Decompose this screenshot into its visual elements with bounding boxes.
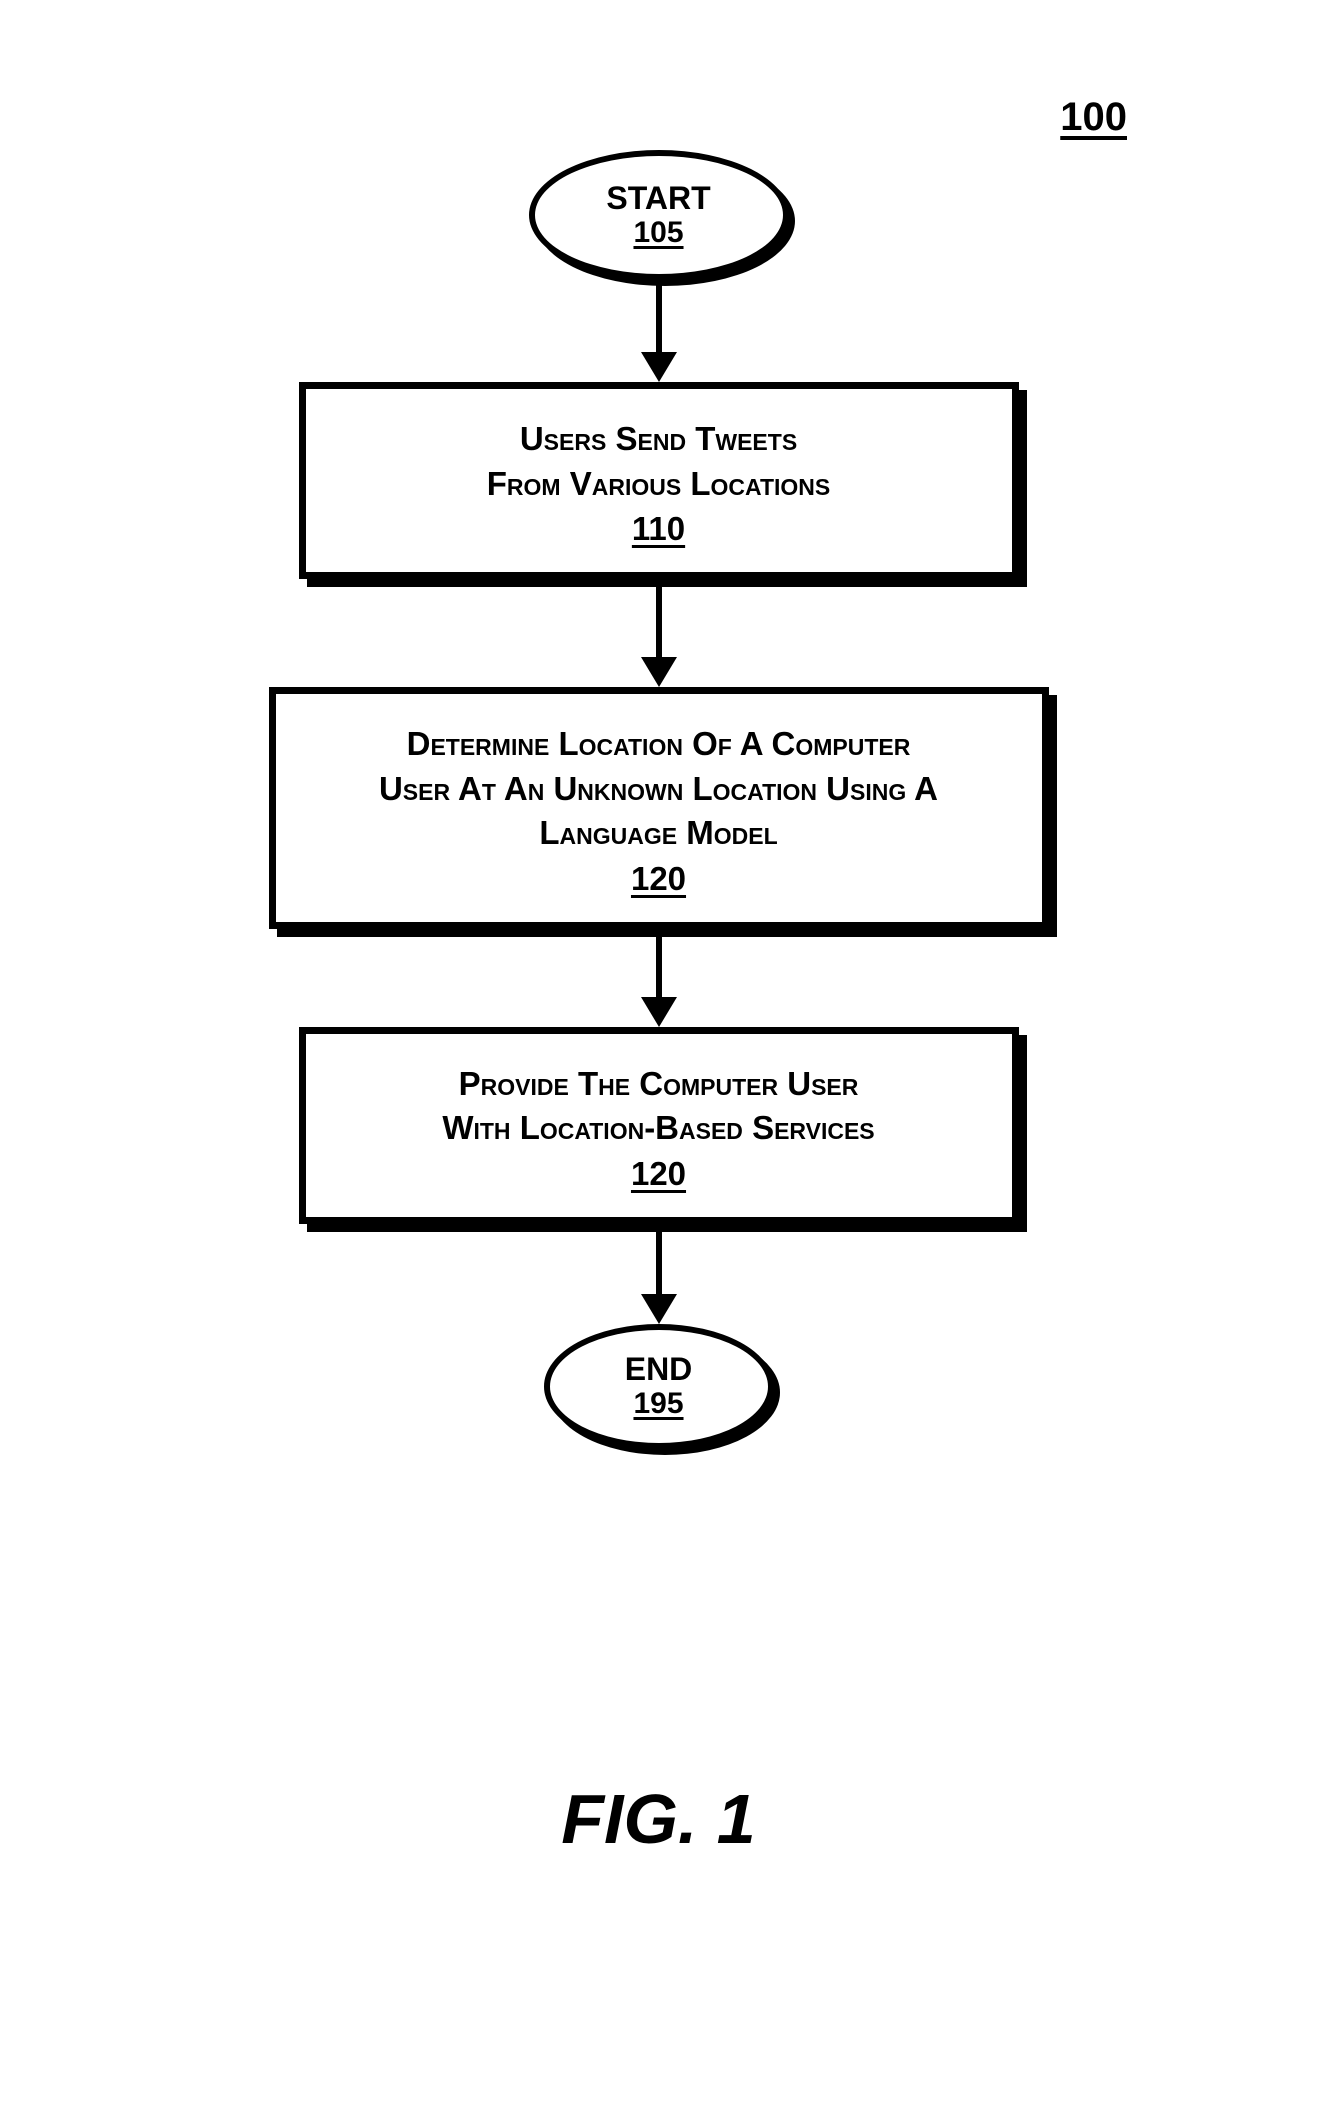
arrow-icon: [641, 579, 677, 687]
process-3-line-1: Provide The Computer User: [459, 1062, 859, 1107]
start-ref: 105: [633, 216, 683, 249]
process-box-2: Determine Location Of A Computer User At…: [269, 687, 1049, 929]
process-1-line-1: Users Send Tweets: [520, 417, 797, 462]
process-2-line-2: User At An Unknown Location Using A: [379, 767, 938, 812]
page: 100 START 105 Users Send Tweets From Var…: [0, 0, 1317, 2119]
arrow-icon: [641, 1224, 677, 1324]
flowchart: START 105 Users Send Tweets From Various…: [0, 150, 1317, 1449]
process-box-3: Provide The Computer User With Location-…: [299, 1027, 1019, 1224]
diagram-reference-number: 100: [1060, 95, 1127, 140]
arrow-icon: [641, 929, 677, 1027]
process-1-ref: 110: [632, 510, 685, 548]
process-2-line-1: Determine Location Of A Computer: [407, 722, 911, 767]
process-2-ref: 120: [631, 860, 686, 898]
end-label: END: [625, 1352, 693, 1387]
arrow-icon: [641, 280, 677, 382]
process-1-line-2: From Various Locations: [487, 462, 830, 507]
process-box-1: Users Send Tweets From Various Locations…: [299, 382, 1019, 579]
end-ref: 195: [633, 1387, 683, 1420]
start-label: START: [606, 181, 710, 216]
process-2-line-3: Language Model: [539, 811, 777, 856]
process-3-ref: 120: [631, 1155, 686, 1193]
start-terminator: START 105: [529, 150, 789, 280]
end-terminator: END 195: [544, 1324, 774, 1449]
figure-caption: FIG. 1: [0, 1779, 1317, 1859]
process-3-line-2: With Location-Based Services: [442, 1106, 874, 1151]
